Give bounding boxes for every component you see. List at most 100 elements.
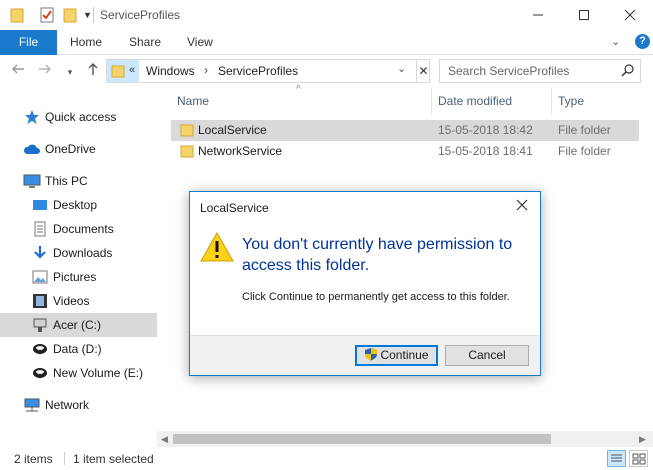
network-icon (23, 397, 40, 413)
sidebar-item-label: This PC (45, 174, 88, 188)
dialog-close-button[interactable] (516, 198, 528, 216)
close-icon (516, 199, 528, 211)
dialog-title: LocalService (200, 201, 269, 215)
close-icon (624, 9, 636, 21)
folder-icon (10, 7, 24, 26)
sidebar-item-network[interactable]: Network (0, 393, 157, 417)
tab-share[interactable]: Share (129, 30, 161, 55)
scrollbar-thumb[interactable] (173, 434, 551, 444)
file-name: LocalService (198, 123, 267, 137)
navigation-pane: Quick access OneDrive This PC Desktop Do… (0, 88, 157, 443)
warning-icon (200, 231, 234, 265)
address-bar[interactable]: « Windows › ServiceProfiles ⌄ ✕ (106, 59, 430, 83)
address-clear-icon[interactable]: ✕ (416, 60, 430, 82)
status-separator (64, 452, 65, 465)
sidebar-item-videos[interactable]: Videos (0, 289, 157, 313)
documents-icon (32, 221, 48, 237)
address-dropdown-chevron-icon[interactable]: ⌄ (397, 62, 406, 75)
sidebar-item-label: Videos (53, 294, 90, 308)
up-button[interactable] (83, 62, 103, 82)
breadcrumb-serviceprofiles[interactable]: ServiceProfiles (218, 64, 298, 78)
sidebar-item-onedrive[interactable]: OneDrive (0, 137, 157, 161)
search-icon[interactable] (621, 63, 635, 80)
column-divider[interactable] (431, 88, 432, 114)
new-folder-icon[interactable] (63, 7, 77, 26)
expand-ribbon-chevron-icon[interactable]: ⌄ (611, 35, 620, 48)
sidebar-item-downloads[interactable]: Downloads (0, 241, 157, 265)
properties-checkmark-icon[interactable] (40, 7, 54, 26)
tab-home[interactable]: Home (70, 30, 102, 55)
details-view-button[interactable] (607, 450, 626, 467)
file-date: 15-05-2018 18:42 (438, 123, 533, 137)
column-header-name[interactable]: Name (177, 94, 209, 108)
sidebar-item-pictures[interactable]: Pictures (0, 265, 157, 289)
scroll-right-icon[interactable]: ▶ (639, 434, 646, 445)
sidebar-item-label: Quick access (45, 110, 117, 124)
maximize-button[interactable] (561, 0, 607, 30)
forward-button[interactable] (35, 62, 55, 82)
dialog-button-bar: Continue Cancel (190, 335, 540, 375)
sidebar-item-label: Downloads (53, 246, 113, 260)
sidebar-item-label: Desktop (53, 198, 98, 212)
drive-icon (32, 365, 48, 381)
breadcrumb-chevron-icon[interactable]: › (204, 63, 208, 77)
tab-file[interactable]: File (0, 30, 57, 55)
sidebar-item-data-d[interactable]: Data (D:) (0, 337, 157, 361)
sidebar-item-desktop[interactable]: Desktop (0, 193, 157, 217)
tab-view[interactable]: View (187, 30, 213, 55)
sidebar-item-label: Network (45, 398, 90, 412)
large-icons-view-button[interactable] (629, 450, 648, 467)
help-icon[interactable]: ? (635, 34, 650, 49)
sort-ascending-icon: ^ (296, 84, 301, 95)
minimize-button[interactable] (515, 0, 561, 30)
cloud-icon (23, 141, 40, 157)
minimize-icon (533, 14, 543, 16)
file-name: NetworkService (198, 144, 283, 158)
horizontal-scrollbar[interactable]: ◀ ▶ (157, 431, 653, 447)
item-count: 2 items (14, 452, 53, 466)
table-row[interactable]: LocalService 15-05-2018 18:42 File folde… (171, 120, 639, 141)
scroll-left-icon[interactable]: ◀ (161, 434, 168, 445)
breadcrumb-windows[interactable]: Windows (146, 64, 195, 78)
close-button[interactable] (607, 0, 653, 30)
folder-icon (111, 64, 125, 81)
back-button[interactable] (8, 62, 28, 82)
breadcrumb-overflow[interactable]: « (129, 64, 135, 76)
file-type: File folder (558, 123, 611, 137)
column-header-type[interactable]: Type (558, 94, 584, 108)
search-box[interactable]: Search ServiceProfiles (439, 59, 641, 83)
file-date: 15-05-2018 18:41 (438, 144, 533, 158)
back-arrow-icon (12, 64, 24, 74)
selection-count: 1 item selected (73, 452, 154, 466)
sidebar-item-label: OneDrive (45, 142, 96, 156)
continue-button[interactable]: Continue (355, 345, 438, 366)
customize-toolbar-chevron-icon[interactable]: ▼ (83, 10, 92, 20)
sidebar-item-label: Documents (53, 222, 114, 236)
status-bar: 2 items 1 item selected (0, 447, 653, 470)
download-arrow-icon (32, 245, 48, 261)
sidebar-item-documents[interactable]: Documents (0, 217, 157, 241)
folder-icon (180, 144, 194, 161)
maximize-icon (579, 10, 589, 20)
sidebar-item-new-volume-e[interactable]: New Volume (E:) (0, 361, 157, 385)
window-title: ServiceProfiles (100, 8, 181, 22)
column-header-date-modified[interactable]: Date modified (438, 94, 512, 108)
pictures-icon (32, 269, 48, 285)
sidebar-item-this-pc[interactable]: This PC (0, 169, 157, 193)
sidebar-item-acer-c[interactable]: Acer (C:) (0, 313, 157, 337)
cancel-button[interactable]: Cancel (445, 345, 529, 366)
sidebar-item-label: Acer (C:) (53, 318, 101, 332)
recent-locations-chevron-icon[interactable]: ▾ (60, 62, 80, 82)
sidebar-item-label: Pictures (53, 270, 97, 284)
column-divider[interactable] (551, 88, 552, 114)
title-separator (93, 7, 94, 23)
dialog-content-text: Click Continue to permanently get access… (242, 291, 510, 303)
large-icons-view-icon (632, 453, 646, 465)
star-icon (24, 109, 40, 125)
sidebar-item-label: New Volume (E:) (53, 366, 144, 380)
uac-shield-icon (365, 348, 378, 361)
table-row[interactable]: NetworkService 15-05-2018 18:41 File fol… (171, 141, 639, 162)
continue-label: Continue (380, 348, 429, 362)
desktop-icon (32, 197, 48, 213)
sidebar-item-quick-access[interactable]: Quick access (0, 105, 157, 129)
